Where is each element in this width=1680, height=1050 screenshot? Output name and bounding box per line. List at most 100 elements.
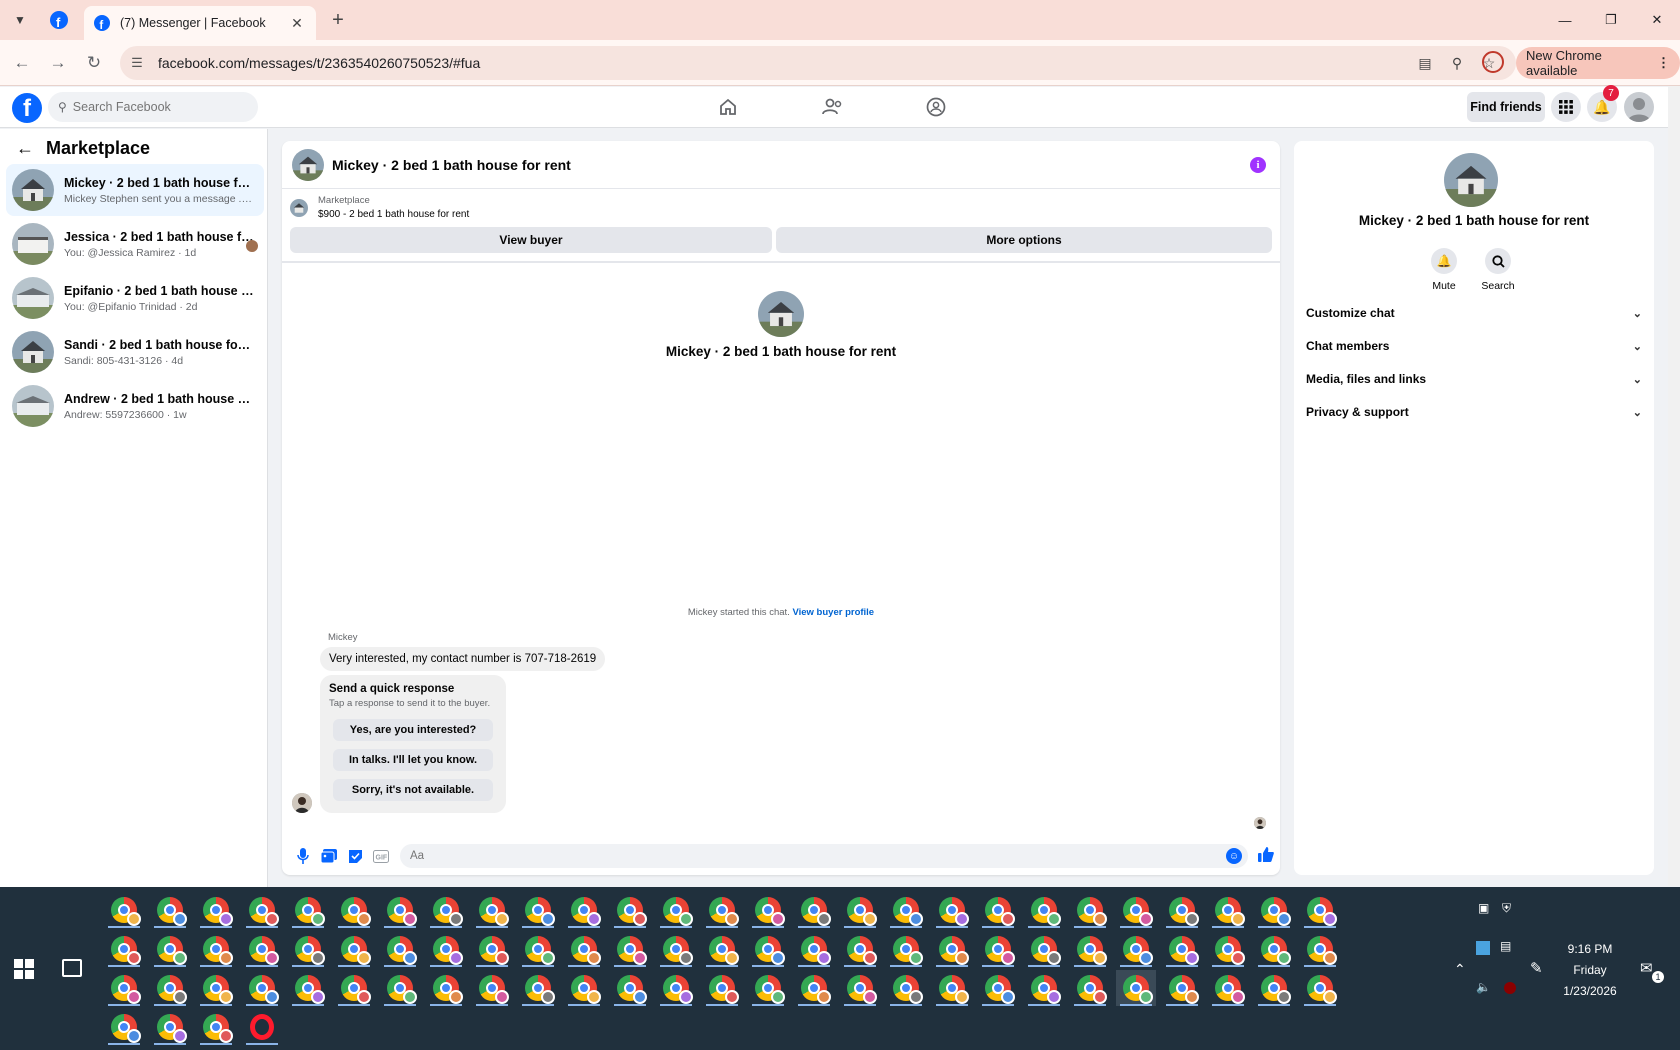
chrome-profile-taskbar-icon[interactable] (242, 931, 282, 967)
chrome-profile-taskbar-icon[interactable] (1208, 892, 1248, 928)
info-icon[interactable]: i (1250, 157, 1266, 173)
chrome-profile-taskbar-icon[interactable] (702, 931, 742, 967)
chrome-profile-taskbar-icon[interactable] (1254, 892, 1294, 928)
task-view-icon[interactable] (62, 959, 82, 977)
view-buyer-button[interactable]: View buyer (290, 227, 772, 253)
address-bar[interactable]: ☰ facebook.com/messages/t/23635402607505… (120, 46, 1516, 80)
home-icon[interactable] (716, 95, 740, 119)
back-arrow-icon[interactable]: ← (16, 138, 34, 159)
chrome-profile-taskbar-icon[interactable] (886, 931, 926, 967)
chrome-profile-taskbar-icon[interactable] (932, 970, 972, 1006)
chrome-profile-taskbar-icon[interactable] (1116, 970, 1156, 1006)
install-app-icon[interactable]: ▤ (1416, 54, 1434, 72)
chrome-profile-taskbar-icon[interactable] (472, 931, 512, 967)
chrome-profile-taskbar-icon[interactable] (1208, 970, 1248, 1006)
tray-app-icon[interactable] (1476, 941, 1490, 955)
tray-record-icon[interactable] (1504, 982, 1516, 994)
section-media-files-links[interactable]: Media, files and links ⌄ (1306, 364, 1642, 394)
chrome-profile-taskbar-icon[interactable] (472, 892, 512, 928)
new-chrome-available-button[interactable]: New Chrome available ⋮ (1516, 47, 1680, 79)
chrome-profile-taskbar-icon[interactable] (104, 970, 144, 1006)
chrome-profile-taskbar-icon[interactable] (748, 931, 788, 967)
meet-now-icon[interactable]: ▣ (1478, 901, 1489, 915)
section-customize-chat[interactable]: Customize chat ⌄ (1306, 298, 1642, 328)
chrome-profile-taskbar-icon[interactable] (426, 892, 466, 928)
chrome-profile-taskbar-icon[interactable] (656, 970, 696, 1006)
page-scrollbar[interactable] (1668, 86, 1680, 886)
chrome-profile-taskbar-icon[interactable] (242, 892, 282, 928)
chrome-profile-taskbar-icon[interactable] (334, 931, 374, 967)
chrome-profile-taskbar-icon[interactable] (150, 1009, 190, 1045)
chrome-profile-taskbar-icon[interactable] (610, 970, 650, 1006)
chevron-up-icon[interactable]: ⌃ (1454, 961, 1466, 978)
chrome-profile-taskbar-icon[interactable] (150, 931, 190, 967)
chrome-profile-taskbar-icon[interactable] (1162, 970, 1202, 1006)
minimize-button[interactable]: — (1542, 8, 1588, 32)
chrome-profile-taskbar-icon[interactable] (1300, 931, 1340, 967)
chrome-profile-taskbar-icon[interactable] (978, 931, 1018, 967)
close-icon[interactable]: ✕ (288, 15, 306, 32)
gif-icon[interactable]: GIF (368, 845, 394, 867)
conversation-item-sandi[interactable]: Sandi · 2 bed 1 bath house for rent Sand… (6, 326, 264, 378)
chrome-profile-taskbar-icon[interactable] (840, 970, 880, 1006)
chrome-profile-taskbar-icon[interactable] (1024, 931, 1064, 967)
chrome-profile-taskbar-icon[interactable] (1070, 931, 1110, 967)
message-input-box[interactable]: ☺ (400, 844, 1248, 868)
back-button[interactable]: ← (10, 51, 34, 75)
sticker-icon[interactable] (342, 845, 368, 867)
chrome-profile-taskbar-icon[interactable] (978, 892, 1018, 928)
friends-icon[interactable] (821, 95, 845, 119)
menu-grid-icon[interactable] (1551, 92, 1581, 122)
chat-header-avatar[interactable] (292, 148, 324, 181)
chrome-profile-taskbar-icon[interactable] (932, 892, 972, 928)
volume-icon[interactable]: 🔈 (1476, 980, 1491, 994)
chrome-profile-taskbar-icon[interactable] (1024, 970, 1064, 1006)
chrome-profile-taskbar-icon[interactable] (104, 892, 144, 928)
message-bubble[interactable]: Very interested, my contact number is 70… (320, 647, 606, 671)
chrome-profile-taskbar-icon[interactable] (288, 892, 328, 928)
chrome-profile-taskbar-icon[interactable] (150, 892, 190, 928)
chrome-profile-taskbar-icon[interactable] (564, 931, 604, 967)
facebook-logo-icon[interactable]: f (12, 93, 42, 123)
conversation-item-jessica[interactable]: Jessica · 2 bed 1 bath house for r... Yo… (6, 218, 264, 270)
chrome-profile-taskbar-icon[interactable] (610, 892, 650, 928)
chrome-profile-taskbar-icon[interactable] (242, 970, 282, 1006)
forward-button[interactable]: → (46, 51, 70, 75)
chrome-profile-taskbar-icon[interactable] (380, 970, 420, 1006)
chrome-profile-taskbar-icon[interactable] (518, 892, 558, 928)
find-friends-button[interactable]: Find friends (1467, 92, 1545, 122)
chrome-profile-taskbar-icon[interactable] (978, 970, 1018, 1006)
chrome-profile-taskbar-icon[interactable] (196, 931, 236, 967)
photo-icon[interactable] (316, 845, 342, 867)
chrome-profile-taskbar-icon[interactable] (1254, 931, 1294, 967)
chrome-profile-taskbar-icon[interactable] (1300, 892, 1340, 928)
chrome-profile-taskbar-icon[interactable] (1208, 931, 1248, 967)
thumbs-up-icon[interactable] (1258, 846, 1274, 867)
tab-search-icon[interactable]: ▼ (8, 8, 32, 32)
account-avatar[interactable] (1624, 92, 1654, 122)
chrome-profile-taskbar-icon[interactable] (518, 931, 558, 967)
network-icon[interactable]: ▤ (1500, 939, 1511, 953)
search-input[interactable] (72, 100, 243, 114)
chrome-profile-taskbar-icon[interactable] (748, 970, 788, 1006)
security-shield-icon[interactable]: ⛨ (1502, 901, 1511, 916)
marketplace-listing-bar[interactable]: Marketplace $900 - 2 bed 1 bath house fo… (290, 195, 469, 220)
chrome-profile-taskbar-icon[interactable] (886, 970, 926, 1006)
chrome-profile-taskbar-icon[interactable] (1024, 892, 1064, 928)
opera-taskbar-icon[interactable] (242, 1009, 282, 1045)
chrome-profile-taskbar-icon[interactable] (1116, 892, 1156, 928)
chrome-profile-taskbar-icon[interactable] (564, 970, 604, 1006)
chrome-profile-taskbar-icon[interactable] (1116, 931, 1156, 967)
chrome-profile-taskbar-icon[interactable] (840, 892, 880, 928)
chrome-profile-taskbar-icon[interactable] (794, 892, 834, 928)
mute-button[interactable]: 🔔 Mute (1414, 248, 1474, 292)
emoji-icon[interactable]: ☺ (1226, 848, 1242, 864)
close-window-button[interactable]: ✕ (1634, 8, 1680, 32)
quick-reply-not-available[interactable]: Sorry, it's not available. (333, 779, 493, 801)
reload-button[interactable]: ↻ (82, 51, 106, 75)
conversation-item-mickey[interactable]: Mickey · 2 bed 1 bath house for rent Mic… (6, 164, 264, 216)
chrome-profile-taskbar-icon[interactable] (1070, 892, 1110, 928)
facebook-pinned-tab[interactable]: f (48, 9, 70, 31)
chrome-profile-taskbar-icon[interactable] (380, 931, 420, 967)
chrome-profile-taskbar-icon[interactable] (288, 931, 328, 967)
